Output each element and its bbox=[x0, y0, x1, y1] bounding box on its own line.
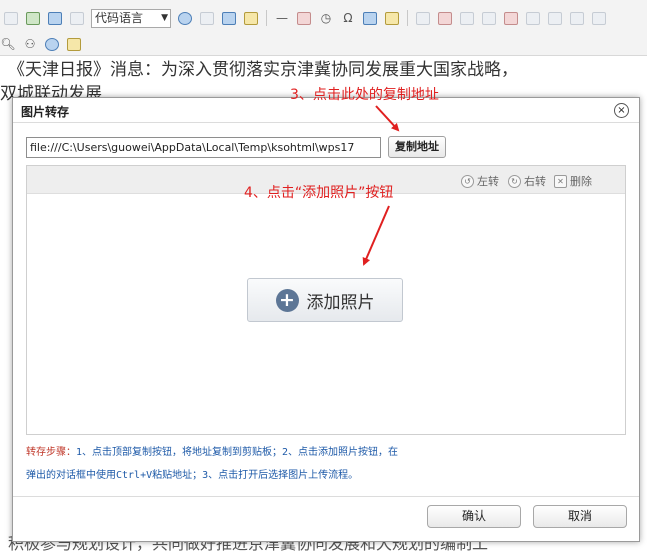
rotate-left-button[interactable]: ↺ 左转 bbox=[461, 173, 499, 189]
table-props-icon[interactable] bbox=[591, 10, 607, 26]
annotation-step-4: 4、点击“添加照片”按钮 bbox=[244, 185, 394, 201]
toolbar-row-1: 代码语言 ▼ — ◷ Ω bbox=[0, 6, 610, 30]
help-icon[interactable] bbox=[44, 36, 60, 52]
editor-text-line-1: 《天津日报》消息：为深入贯彻落实京津冀协同发展重大国家战略， bbox=[8, 60, 518, 80]
insert-row-icon[interactable] bbox=[199, 10, 215, 26]
find-icon[interactable]: ⚇ bbox=[22, 36, 38, 52]
horizontal-rule-icon[interactable]: — bbox=[274, 10, 290, 26]
plus-icon: + bbox=[275, 288, 299, 312]
code-language-label: 代码语言 bbox=[95, 10, 144, 25]
code-icon[interactable] bbox=[69, 10, 85, 26]
gallery-icon[interactable] bbox=[47, 10, 63, 26]
annotation-step-3: 3、点击此处的复制地址 bbox=[290, 87, 439, 103]
split-cols-icon[interactable] bbox=[569, 10, 585, 26]
code-language-select[interactable]: 代码语言 ▼ bbox=[91, 8, 171, 28]
add-photo-label: 添加照片 bbox=[306, 292, 375, 313]
file-path-input[interactable]: file:///C:\Users\guowei\AppData\Local\Te… bbox=[26, 137, 381, 158]
rotate-left-icon: ↺ bbox=[461, 174, 474, 188]
time-icon[interactable]: ◷ bbox=[318, 10, 334, 26]
steps-line-1: 转存步骤：1、点击顶部复制按钮，将地址复制到剪贴板；2、点击添加照片按钮，在 bbox=[26, 441, 626, 464]
dialog-title: 图片转存 bbox=[21, 105, 70, 119]
delete-table-icon[interactable] bbox=[437, 10, 453, 26]
add-photo-button[interactable]: + 添加照片 bbox=[247, 278, 403, 322]
dialog-header-divider bbox=[13, 122, 639, 123]
preview-icon[interactable]: 🔍︎ bbox=[0, 36, 16, 52]
copy-address-button[interactable]: 复制地址 bbox=[388, 136, 446, 158]
search-replace-icon[interactable] bbox=[362, 10, 378, 26]
delete-icon: ✕ bbox=[554, 174, 567, 188]
delete-label: 删除 bbox=[570, 175, 592, 188]
close-icon[interactable]: × bbox=[614, 103, 629, 118]
bold-style-icon[interactable] bbox=[3, 10, 19, 26]
split-cells-icon[interactable] bbox=[525, 10, 541, 26]
steps-prefix: 转存步骤： bbox=[26, 447, 76, 458]
rotate-left-label: 左转 bbox=[477, 175, 499, 188]
chevron-down-icon: ▼ bbox=[161, 12, 168, 23]
rotate-right-icon: ↻ bbox=[508, 174, 521, 188]
image-icon[interactable] bbox=[25, 10, 41, 26]
attachment-icon[interactable] bbox=[243, 10, 259, 26]
photo-panel: ↺ 左转 ↻ 右转 ✕ 删除 + 添加照片 bbox=[26, 165, 626, 435]
transfer-steps-text: 转存步骤：1、点击顶部复制按钮，将地址复制到剪贴板；2、点击添加照片按钮，在 弹… bbox=[26, 441, 626, 487]
table-icon[interactable] bbox=[415, 10, 431, 26]
toolbar-row-2: 🔍︎ ⚇ bbox=[0, 32, 85, 56]
insert-row-table-icon[interactable] bbox=[459, 10, 475, 26]
merge-cells-icon[interactable] bbox=[503, 10, 519, 26]
dialog-footer-divider bbox=[13, 496, 639, 497]
date-icon[interactable] bbox=[296, 10, 312, 26]
steps-line-2: 弹出的对话框中使用Ctrl+V粘贴地址；3、点击打开后选择图片上传流程。 bbox=[26, 470, 359, 481]
delete-button[interactable]: ✕ 删除 bbox=[554, 173, 592, 189]
emotion-icon[interactable] bbox=[177, 10, 193, 26]
confirm-button[interactable]: 确认 bbox=[427, 505, 521, 528]
paste-icon[interactable] bbox=[66, 36, 82, 52]
rotate-right-label: 右转 bbox=[524, 175, 546, 188]
editor-toolbar: 代码语言 ▼ — ◷ Ω 🔍︎ ⚇ bbox=[0, 0, 647, 56]
toolbar-separator bbox=[407, 10, 408, 26]
split-rows-icon[interactable] bbox=[547, 10, 563, 26]
insert-col-table-icon[interactable] bbox=[481, 10, 497, 26]
rotate-right-button[interactable]: ↻ 右转 bbox=[508, 173, 546, 189]
toolbar-separator bbox=[266, 10, 267, 26]
template-icon[interactable] bbox=[221, 10, 237, 26]
cancel-button[interactable]: 取消 bbox=[533, 505, 627, 528]
image-transfer-dialog: 图片转存 × file:///C:\Users\guowei\AppData\L… bbox=[12, 97, 640, 542]
special-char-icon[interactable]: Ω bbox=[340, 10, 356, 26]
image-transfer-icon[interactable] bbox=[384, 10, 400, 26]
steps-line-1-text: 1、点击顶部复制按钮，将地址复制到剪贴板；2、点击添加照片按钮，在 bbox=[76, 447, 399, 458]
